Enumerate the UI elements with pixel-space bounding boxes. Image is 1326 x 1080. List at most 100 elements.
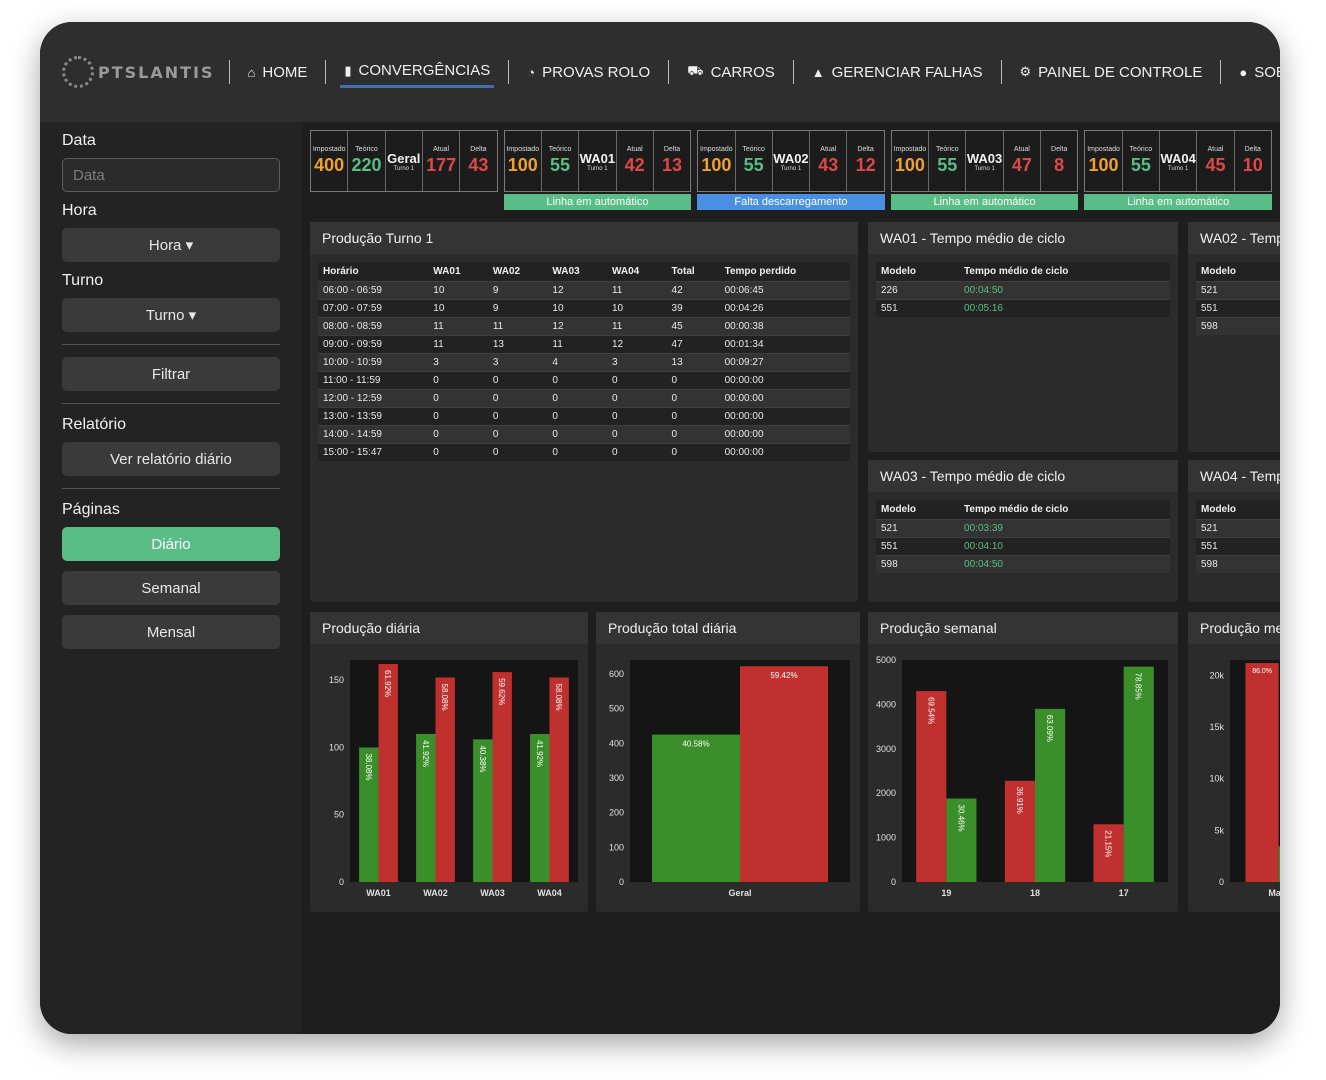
- chart-svg: 0 50 100 150 38.08% 61.92% WA01 41.92% 58.08% WA0…: [329, 660, 578, 898]
- producao-turno-panel: Produção Turno 1 Horário WA01 WA02 WA03 WA04…: [310, 222, 858, 602]
- logo-text: PTSLANTIS: [98, 62, 215, 82]
- page-semanal-button[interactable]: Semanal: [62, 571, 280, 605]
- bar-data-label: 59.42%: [770, 671, 797, 680]
- kpi-label: Delta: [470, 146, 487, 153]
- filtrar-button[interactable]: Filtrar: [62, 357, 280, 391]
- nav-item-carros[interactable]: ⛟ CARROS: [683, 57, 779, 87]
- chart-svg: 0 100 200 300 400 500 600 40.58% 59.42% Geral: [609, 660, 850, 898]
- kpi-value: 42: [624, 155, 645, 175]
- table-cell: 3: [487, 353, 548, 372]
- nav-items: ⌂ HOME ▮ CONVERGÊNCIAS ◔ PROVAS ROLO ⛟ CARROS ▲ G…: [215, 56, 1280, 88]
- chart-title: Produção mensal: [1188, 612, 1280, 644]
- bar-data-label: 86.0%: [1252, 668, 1272, 675]
- table-cell: 0: [547, 407, 607, 426]
- table-row: 12:00 - 12:59 0 0 0 0 0 00:00:00: [318, 389, 850, 408]
- table-row: 11:00 - 11:59 0 0 0 0 0 00:00:00: [318, 371, 850, 390]
- chart-panel-semanal: Produção semanal 0 1000 2000 3000 4000 5000 69.…: [868, 612, 1178, 912]
- table-cell: 0: [428, 425, 488, 444]
- modelo-cell: 598: [1196, 555, 1280, 573]
- paginas-label: Páginas: [62, 501, 120, 518]
- ver-relatorio-button[interactable]: Ver relatório diário: [62, 442, 280, 476]
- y-tick-label: 20k: [1209, 670, 1224, 680]
- table-cell: 06:00 - 06:59: [318, 281, 429, 300]
- kpi-teorico: Teórico 220: [348, 131, 386, 191]
- table-cell: 11: [606, 281, 667, 300]
- column-header: Modelo: [881, 504, 916, 515]
- modelo-cell: 551: [876, 537, 960, 556]
- tempo-cell: 00:05:16: [959, 299, 1170, 317]
- kpi-label: Impostado: [312, 146, 346, 153]
- table-cell: 0: [487, 371, 548, 390]
- chart-title: Produção total diária: [596, 612, 860, 644]
- kpi-line-name: WA04: [1160, 150, 1196, 166]
- chart-svg: 0 1000 2000 3000 4000 5000 69.54% 30.46% 19 36.91…: [876, 655, 1168, 898]
- nav-item-converg-ncias[interactable]: ▮ CONVERGÊNCIAS: [340, 56, 495, 88]
- table-cell: 47: [666, 335, 720, 354]
- bar-data-label: 41.92%: [535, 740, 544, 767]
- kpi-label: Impostado: [1087, 146, 1120, 153]
- table-row: 15:00 - 15:47 0 0 0 0 0 00:00:00: [318, 443, 850, 461]
- kpi-value: 177: [426, 155, 457, 175]
- table-cell: 0: [487, 425, 548, 444]
- y-tick-label: 2000: [876, 788, 896, 798]
- producao-turno-title: Produção Turno 1: [310, 222, 858, 254]
- info-icon: ●: [1239, 64, 1248, 80]
- table-row: 521 00:03:39: [876, 519, 1170, 538]
- x-tick-label: 17: [1119, 888, 1129, 898]
- divider: [62, 488, 280, 489]
- table-row: 07:00 - 07:59 10 9 10 10 39 00:04:26: [318, 299, 850, 318]
- kpi-label: Atual: [433, 146, 450, 153]
- modelo-cell: 551: [876, 299, 960, 317]
- kpi-name: WA04 Turno 1: [1160, 131, 1198, 191]
- nav-item-gerenciar-falhas[interactable]: ▲ GERENCIAR FALHAS: [808, 58, 987, 87]
- page-mensal-button[interactable]: Mensal: [62, 615, 280, 649]
- nav-item-label: PAINEL DE CONTROLE: [1038, 63, 1203, 81]
- table-cell: 0: [666, 407, 720, 426]
- kpi-value: 100: [507, 155, 538, 175]
- kpi-turno: Turno 1: [780, 165, 802, 172]
- divider: [62, 403, 280, 404]
- table-cell: 0: [547, 371, 607, 390]
- nav-item-sobre[interactable]: ● SOBRE: [1235, 58, 1280, 87]
- table-cell: 3: [606, 353, 667, 372]
- table-cell: 0: [666, 389, 720, 408]
- y-tick-label: 200: [609, 808, 624, 818]
- kpi-value: 55: [937, 155, 958, 175]
- kpi-value: 400: [314, 155, 345, 175]
- home-icon: ⌂: [247, 64, 256, 80]
- nav-item-label: CONVERGÊNCIAS: [358, 62, 491, 79]
- kpi-impostado: Impostado 400: [311, 131, 349, 191]
- relatorio-label: Relatório: [62, 416, 127, 433]
- kpi-cells: Impostado 100 Teórico 55 WA04 Turno 1 Atual 45 D…: [1084, 130, 1272, 192]
- modelo-cell: 521: [876, 519, 960, 538]
- kpi-line-name: WA03: [966, 150, 1003, 166]
- kpi-value: 100: [894, 155, 925, 175]
- bar-data-label: 58.08%: [440, 683, 449, 710]
- x-tick-label: Maio: [1268, 888, 1280, 898]
- turno-dropdown[interactable]: Turno ▾: [62, 298, 280, 332]
- table-cell: 00:00:00: [719, 407, 850, 426]
- nav-item-label: HOME: [262, 63, 308, 81]
- table-cell: 00:09:27: [719, 353, 850, 372]
- table-row: 10:00 - 10:59 3 3 4 3 13 00:09:27: [318, 353, 850, 372]
- date-input[interactable]: Data: [62, 158, 280, 192]
- x-tick-label: WA01: [366, 888, 391, 898]
- producao-table-wrap: Horário WA01 WA02 WA03 WA04 Total Tempo perdid…: [318, 262, 850, 461]
- nav-item-label: GERENCIAR FALHAS: [831, 63, 983, 81]
- bar-green: [652, 734, 740, 882]
- page-diario-button[interactable]: Diário: [62, 527, 280, 561]
- bar-data-label: 78.85%: [1134, 673, 1143, 700]
- kpi-value: 45: [1205, 155, 1226, 175]
- nav-separator: [325, 60, 327, 84]
- x-tick-label: WA02: [423, 888, 448, 898]
- nav-item-provas-rolo[interactable]: ◔ PROVAS ROLO: [523, 58, 654, 87]
- bar-data-label: 30.46%: [956, 805, 965, 832]
- table-cell: 11: [606, 317, 667, 336]
- ciclo-table: Modelo Tempo médio de ciclo 521 00:03:39 551…: [876, 500, 1170, 573]
- bar-data-label: 58.08%: [554, 683, 563, 710]
- hora-dropdown[interactable]: Hora ▾: [62, 228, 280, 262]
- table-cell: 0: [666, 425, 720, 444]
- nav-item-painel-de-controle[interactable]: ⚙ PAINEL DE CONTROLE: [1016, 58, 1207, 87]
- nav-item-label: CARROS: [710, 63, 775, 81]
- nav-item-home[interactable]: ⌂ HOME: [244, 58, 312, 87]
